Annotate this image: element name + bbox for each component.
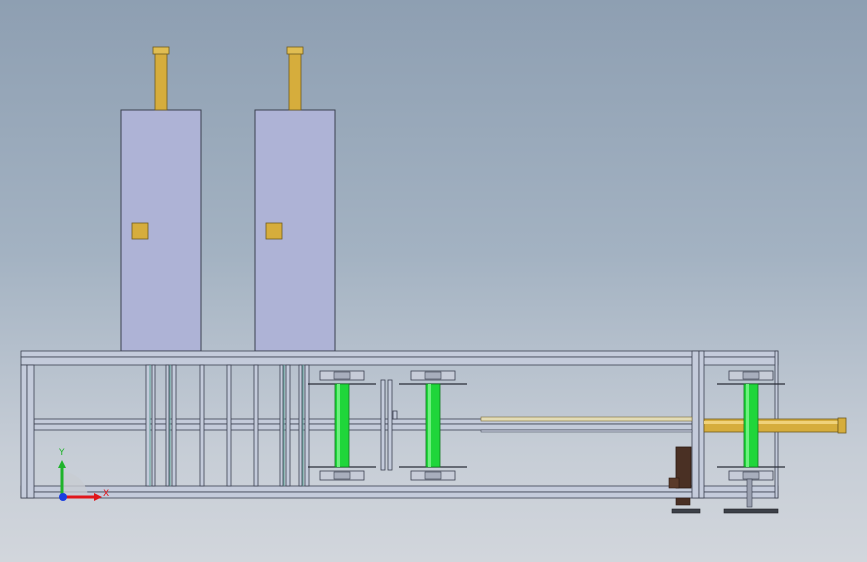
shaft-rod-lower[interactable] [480, 429, 693, 433]
frame-bottom-rail[interactable] [20, 485, 779, 493]
foot-stem[interactable] [746, 478, 753, 508]
frame-bar[interactable] [226, 364, 232, 487]
frame-left-post[interactable] [20, 364, 28, 499]
tank-right-pipe-cap[interactable] [286, 46, 304, 55]
frame-right-post[interactable] [691, 350, 700, 499]
roller-highlight [428, 384, 431, 467]
frame-left-post-inner[interactable] [26, 364, 35, 499]
foot-pad[interactable] [723, 508, 779, 514]
triad-x-label: X [103, 489, 109, 499]
roller-highlight [746, 384, 749, 467]
frame-bar[interactable] [151, 364, 156, 487]
tank-left-port[interactable] [131, 222, 149, 240]
cylinder-end-cap[interactable] [837, 417, 847, 434]
roller-top-hub [742, 371, 760, 380]
frame-right-post-inner[interactable] [698, 350, 705, 499]
frame-middle-rail-lower[interactable] [33, 423, 695, 431]
frame-bottom-rail-lower[interactable] [20, 491, 779, 499]
frame-bar[interactable] [279, 364, 284, 487]
roller-bottom-hub [333, 471, 351, 480]
frame-center-post[interactable] [380, 379, 386, 471]
motor-cap[interactable] [668, 477, 680, 489]
tank-right-port[interactable] [265, 222, 283, 240]
frame-bar[interactable] [145, 364, 151, 487]
frame-top-rail-inner[interactable] [20, 356, 779, 366]
frame-bar[interactable] [304, 364, 310, 487]
roller-top-hub [424, 371, 442, 380]
frame-bar[interactable] [298, 364, 303, 487]
leveling-foot-left[interactable] [671, 508, 701, 514]
roller-highlight [337, 384, 340, 467]
tank-left[interactable] [120, 46, 202, 352]
shaft-rod[interactable] [480, 416, 693, 422]
frame-bar[interactable] [199, 364, 205, 487]
motor-base[interactable] [675, 497, 691, 506]
cylinder-highlight [704, 421, 838, 424]
triad-y-arrow [58, 460, 66, 468]
frame-bar[interactable] [285, 364, 291, 487]
frame-top-rail[interactable] [20, 350, 779, 358]
frame-bracket[interactable] [392, 410, 398, 420]
triad-z-axis [59, 493, 67, 501]
tank-right-pipe[interactable] [288, 52, 302, 111]
frame-center-post[interactable] [387, 379, 393, 471]
tank-left-pipe[interactable] [154, 52, 168, 111]
roller-bottom-hub [424, 471, 442, 480]
frame-bar[interactable] [253, 364, 259, 487]
roller-bottom-hub [742, 471, 760, 480]
cylinder-barrel[interactable] [703, 418, 839, 433]
triad-plane [62, 472, 88, 498]
tank-right[interactable] [254, 46, 336, 352]
tank-left-pipe-cap[interactable] [152, 46, 170, 55]
frame-bar[interactable] [165, 364, 170, 487]
frame-bar[interactable] [171, 364, 177, 487]
triad-y-label: Y [58, 448, 65, 458]
graphics-viewport[interactable]: Y X [0, 0, 867, 562]
cad-model-view[interactable]: Y X [0, 0, 867, 562]
roller-top-hub [333, 371, 351, 380]
frame[interactable] [20, 350, 779, 499]
